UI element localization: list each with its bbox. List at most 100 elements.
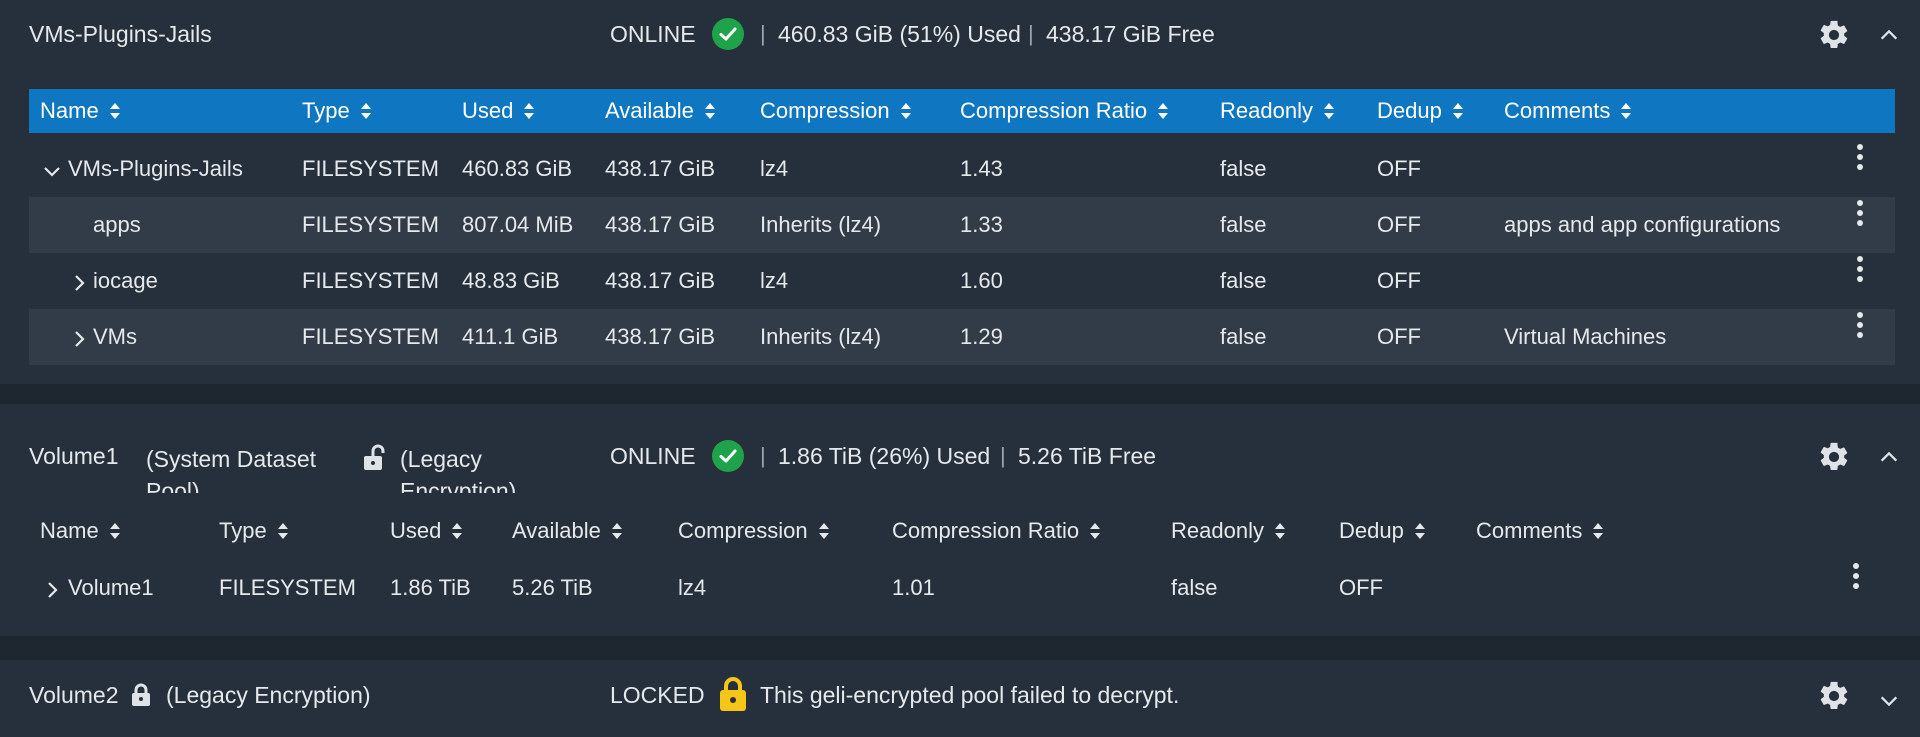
cell-dedup: OFF [1339,575,1383,600]
chevron-right-icon[interactable] [70,328,88,354]
cell-compression-ratio: 1.43 [960,156,1003,181]
check-circle-icon [712,440,744,472]
pool-card-volume1: Volume1 (System Dataset Pool) (Legacy En… [0,404,1920,638]
sort-icon [524,103,535,119]
pool-name: Volume2 [29,682,119,708]
column-header-used[interactable]: Used [462,89,535,133]
cell-compression: lz4 [760,156,789,181]
pool-free: 5.26 TiB Free [1018,443,1157,469]
column-header-name[interactable]: Name [40,509,121,553]
chevron-right-icon[interactable] [70,272,88,298]
chevron-right-icon[interactable] [43,579,61,605]
column-header-compression-ratio[interactable]: Compression Ratio [892,509,1101,553]
system-dataset-label: (System Dataset Pool) [146,446,316,493]
cell-dedup: OFF [1377,268,1421,293]
sort-icon [900,103,911,119]
cell-compression-ratio: 1.29 [960,324,1003,349]
sort-icon [1274,523,1285,539]
cell-comments: Virtual Machines [1504,324,1667,349]
table-row[interactable]: VMs-Plugins-Jails FILESYSTEM 460.83 GiB … [29,141,1895,197]
column-header-available[interactable]: Available [512,509,623,553]
column-header-readonly[interactable]: Readonly [1220,89,1335,133]
kebab-icon[interactable] [1856,143,1864,171]
sort-icon [1323,103,1334,119]
column-header-name[interactable]: Name [40,89,121,133]
column-header-compression[interactable]: Compression [760,89,912,133]
cell-compression-ratio: 1.60 [960,268,1003,293]
cell-dedup: OFF [1377,212,1421,237]
cell-available: 438.17 GiB [605,156,716,181]
pool-used: 460.83 GiB (51%) Used [778,21,1021,47]
sort-icon [1452,103,1463,119]
table-row[interactable]: VMs FILESYSTEM 411.1 GiB 438.17 GiB Inhe… [29,309,1895,365]
cell-type: FILESYSTEM [219,575,356,600]
kebab-icon[interactable] [1856,199,1864,227]
pool-card-volume2: Volume2 (Legacy Encryption) LOCKED This … [0,660,1920,737]
cell-name: VMs-Plugins-Jails [68,156,243,181]
sort-icon [109,523,120,539]
sort-icon [611,523,622,539]
datasets-table: Name Type Used Available Compression Com… [29,509,1895,619]
table-row[interactable]: iocage FILESYSTEM 48.83 GiB 438.17 GiB l… [29,253,1895,309]
check-circle-icon [712,18,744,50]
cell-readonly: false [1171,575,1218,600]
encryption-label: (Legacy Encryption) [166,682,371,708]
kebab-icon[interactable] [1856,311,1864,339]
column-header-comments[interactable]: Comments [1476,509,1604,553]
cell-type: FILESYSTEM [302,268,439,293]
pool-header: VMs-Plugins-Jails ONLINE | 460.83 GiB (5… [0,0,1920,70]
kebab-icon[interactable] [1852,562,1860,590]
sort-icon [277,523,288,539]
column-header-readonly[interactable]: Readonly [1171,509,1286,553]
cell-name: VMs [93,324,137,349]
sort-icon [704,103,715,119]
chevron-up-icon[interactable] [1878,446,1900,474]
column-header-type[interactable]: Type [219,509,289,553]
cell-used: 411.1 GiB [462,324,559,349]
table-row[interactable]: apps FILESYSTEM 807.04 MiB 438.17 GiB In… [29,197,1895,253]
pool-header: Volume2 (Legacy Encryption) LOCKED This … [0,660,1920,737]
column-header-dedup[interactable]: Dedup [1377,89,1464,133]
cell-compression: Inherits (lz4) [760,324,882,349]
pool-free: 438.17 GiB Free [1046,21,1215,47]
unlock-icon [362,444,386,478]
column-header-comments[interactable]: Comments [1504,89,1632,133]
pool-status: ONLINE [610,21,696,47]
encryption-label: (Legacy Encryption) [400,446,517,493]
column-header-available[interactable]: Available [605,89,716,133]
kebab-icon[interactable] [1856,255,1864,283]
column-header-dedup[interactable]: Dedup [1339,509,1426,553]
gear-icon[interactable] [1817,440,1851,480]
cell-compression: lz4 [678,575,707,600]
sort-icon [1621,103,1632,119]
cell-used: 1.86 TiB [390,575,471,600]
cell-used: 807.04 MiB [462,212,574,237]
chevron-down-icon[interactable] [43,160,61,186]
cell-available: 438.17 GiB [605,212,716,237]
lock-icon [719,676,747,718]
cell-available: 438.17 GiB [605,324,716,349]
column-header-used[interactable]: Used [390,509,463,553]
cell-compression-ratio: 1.33 [960,212,1003,237]
cell-comments: apps and app configurations [1504,212,1781,237]
table-row[interactable]: Volume1 FILESYSTEM 1.86 TiB 5.26 TiB lz4… [29,560,1895,616]
cell-name: Volume1 [68,575,154,600]
separator: | [760,443,766,468]
cell-dedup: OFF [1377,324,1421,349]
lock-icon [131,683,151,713]
cell-readonly: false [1220,268,1267,293]
pool-header: Volume1 (System Dataset Pool) (Legacy En… [0,404,1920,493]
sort-icon [1593,523,1604,539]
column-header-type[interactable]: Type [302,89,372,133]
gear-icon[interactable] [1817,18,1851,58]
column-header-compression-ratio[interactable]: Compression Ratio [960,89,1169,133]
sort-icon [818,523,829,539]
gear-icon[interactable] [1817,679,1851,719]
separator: | [1000,443,1006,468]
chevron-down-icon[interactable] [1878,690,1900,718]
chevron-up-icon[interactable] [1878,24,1900,52]
sort-icon [452,523,463,539]
column-header-compression[interactable]: Compression [678,509,830,553]
cell-readonly: false [1220,156,1267,181]
cell-used: 460.83 GiB [462,156,573,181]
